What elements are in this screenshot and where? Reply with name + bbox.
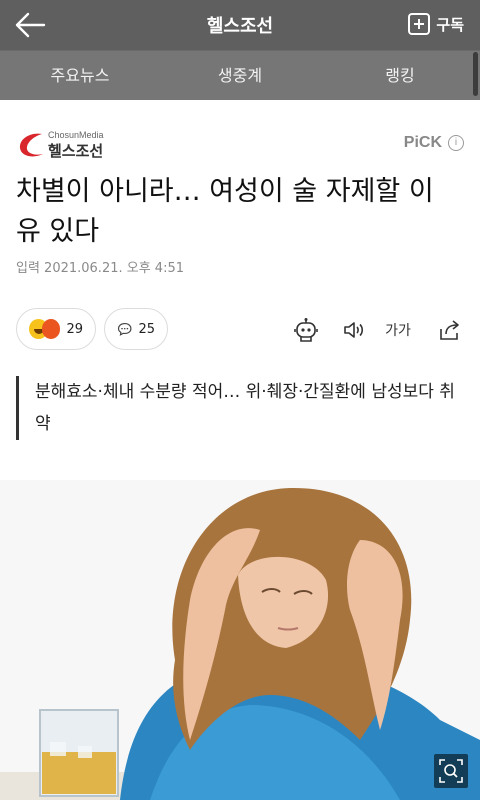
logo-swoosh-icon bbox=[19, 133, 43, 157]
article-dateline: 입력 2021.06.21. 오후 4:51 bbox=[16, 261, 184, 276]
reaction-count: 29 bbox=[66, 321, 83, 337]
plus-square-icon bbox=[408, 13, 431, 35]
share-icon[interactable] bbox=[436, 316, 464, 344]
reaction-button[interactable]: 29 bbox=[16, 308, 96, 350]
brand-row: ChosunMedia 헬스조선 PiCK i bbox=[16, 126, 464, 162]
photo-woman-headache bbox=[0, 480, 480, 800]
summary-bot-icon[interactable] bbox=[292, 316, 320, 344]
logo-ko-text: 헬스조선 bbox=[48, 142, 104, 160]
comment-bubble-icon bbox=[117, 323, 132, 336]
article-subhead: 분해효소·체내 수분량 적어… 위·췌장·간질환에 남성보다 취약 bbox=[16, 376, 456, 440]
comment-count: 25 bbox=[138, 321, 155, 337]
tab-main-news[interactable]: 주요뉴스 bbox=[0, 51, 160, 100]
article-headline: 차별이 아니라… 여성이 술 자제할 이유 있다 bbox=[16, 176, 434, 247]
nav-tabs: 주요뉴스 생중계 랭킹 bbox=[0, 50, 480, 100]
subscribe-button[interactable]: 구독 bbox=[408, 12, 464, 36]
publisher-logo[interactable]: ChosunMedia 헬스조선 bbox=[16, 126, 126, 162]
scrollbar[interactable] bbox=[473, 52, 478, 96]
info-icon[interactable]: i bbox=[448, 135, 464, 151]
subscribe-label: 구독 bbox=[436, 15, 464, 34]
font-size-button[interactable]: 가가 bbox=[384, 316, 412, 344]
pick-label: PiCK bbox=[403, 134, 442, 151]
speaker-icon[interactable] bbox=[340, 316, 368, 344]
pick-badge[interactable]: PiCK i bbox=[404, 134, 464, 152]
article-photo[interactable] bbox=[0, 480, 480, 800]
tab-live[interactable]: 생중계 bbox=[160, 51, 320, 100]
tab-ranking[interactable]: 랭킹 bbox=[320, 51, 480, 100]
app-header: 헬스조선 구독 bbox=[0, 0, 480, 50]
font-size-label: 가가 bbox=[385, 323, 411, 339]
comment-button[interactable]: 25 bbox=[104, 308, 168, 350]
logo-en-text: ChosunMedia bbox=[48, 130, 104, 140]
angry-emoji-icon bbox=[41, 319, 61, 339]
zoom-icon[interactable] bbox=[434, 754, 468, 788]
